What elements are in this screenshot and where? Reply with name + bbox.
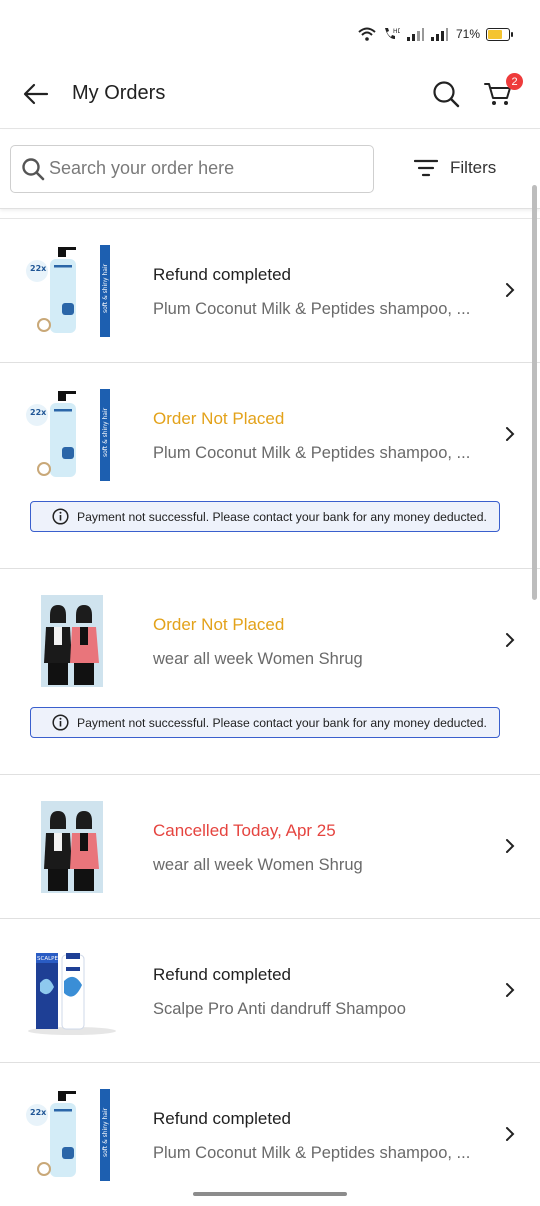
order-item[interactable]: soft & shiny hair 22x Order Not Placed P…	[0, 363, 540, 569]
chevron-right-icon[interactable]	[502, 632, 518, 648]
chevron-right-icon[interactable]	[502, 1126, 518, 1142]
wifi-icon	[358, 27, 376, 41]
payment-alert: Payment not successful. Please contact y…	[30, 707, 500, 738]
status-bar: HD 71%	[0, 0, 540, 64]
order-item[interactable]: soft & shiny hair 22x Refund completed P…	[0, 219, 540, 363]
filters-button[interactable]: Filters	[414, 150, 496, 186]
shampoo-bottle-image: soft & shiny hair 22x	[26, 1089, 110, 1181]
product-name: wear all week Women Shrug	[153, 856, 363, 874]
scalpe-shampoo-image: SCALPE	[28, 953, 116, 1035]
cart-button[interactable]: 2	[480, 73, 523, 112]
arrow-left-icon	[23, 83, 49, 105]
info-icon	[52, 508, 69, 525]
product-name: Plum Coconut Milk & Peptides shampoo, ..…	[153, 300, 471, 318]
order-status: Order Not Placed	[153, 409, 285, 428]
svg-text:soft & shiny hair: soft & shiny hair	[102, 263, 109, 313]
order-status: Order Not Placed	[153, 615, 285, 634]
order-item[interactable]: Order Not Placed wear all week Women Shr…	[0, 569, 540, 775]
order-item[interactable]: soft & shiny hair 22x Refund completed P…	[0, 1063, 540, 1206]
order-item[interactable]: SCALPE Refund completed Scalpe Pro Anti …	[0, 919, 540, 1063]
alert-message: Payment not successful. Please contact y…	[77, 509, 487, 524]
payment-alert: Payment not successful. Please contact y…	[30, 501, 500, 532]
search-row: Filters	[0, 130, 540, 209]
order-status: Refund completed	[153, 265, 291, 284]
filters-label: Filters	[450, 158, 497, 177]
orders-list: soft & shiny hair 22x Refund completed P…	[0, 218, 540, 1206]
battery-icon	[486, 27, 513, 41]
order-status: Refund completed	[153, 965, 291, 984]
order-item[interactable]: Cancelled Today, Apr 25 wear all week Wo…	[0, 775, 540, 919]
svg-text:22x: 22x	[30, 408, 47, 417]
svg-text:HD: HD	[393, 28, 400, 35]
call-icon: HD	[384, 28, 400, 39]
svg-text:soft & shiny hair: soft & shiny hair	[102, 407, 109, 457]
order-status: Cancelled Today, Apr 25	[153, 821, 336, 840]
battery-percent: 71%	[455, 27, 480, 41]
chevron-right-icon[interactable]	[502, 982, 518, 998]
product-name: wear all week Women Shrug	[153, 650, 363, 668]
search-button[interactable]	[428, 76, 464, 112]
home-indicator[interactable]	[193, 1192, 347, 1196]
product-name: Scalpe Pro Anti dandruff Shampoo	[153, 1000, 406, 1018]
status-icons: HD 71%	[358, 24, 513, 44]
search-input[interactable]	[49, 147, 359, 189]
search-icon	[22, 158, 45, 181]
back-button[interactable]	[18, 76, 54, 112]
cart-count-badge: 2	[506, 73, 523, 90]
alert-message: Payment not successful. Please contact y…	[77, 715, 487, 730]
women-shrug-image	[41, 595, 103, 687]
svg-text:soft & shiny hair: soft & shiny hair	[102, 1107, 109, 1157]
battery-level	[488, 29, 502, 39]
chevron-right-icon[interactable]	[502, 838, 518, 854]
filter-icon	[414, 159, 438, 177]
women-shrug-image	[41, 801, 103, 893]
info-icon	[52, 714, 69, 731]
scrollbar[interactable]	[532, 185, 537, 600]
search-icon	[433, 81, 460, 108]
shampoo-bottle-image: soft & shiny hair 22x	[26, 245, 110, 337]
product-name: Plum Coconut Milk & Peptides shampoo, ..…	[153, 444, 471, 462]
search-box[interactable]	[10, 145, 374, 193]
shampoo-bottle-image: soft & shiny hair 22x	[26, 389, 110, 481]
chevron-right-icon[interactable]	[502, 426, 518, 442]
svg-text:SCALPE: SCALPE	[37, 956, 58, 962]
signal-icon-2	[430, 28, 448, 41]
svg-text:22x: 22x	[30, 1108, 47, 1117]
chevron-right-icon[interactable]	[502, 282, 518, 298]
page-title: My Orders	[72, 82, 166, 104]
svg-text:22x: 22x	[30, 264, 47, 273]
app-bar: My Orders 2	[0, 64, 540, 129]
signal-icon	[406, 28, 424, 41]
product-name: Plum Coconut Milk & Peptides shampoo, ..…	[153, 1144, 471, 1162]
order-status: Refund completed	[153, 1109, 291, 1128]
